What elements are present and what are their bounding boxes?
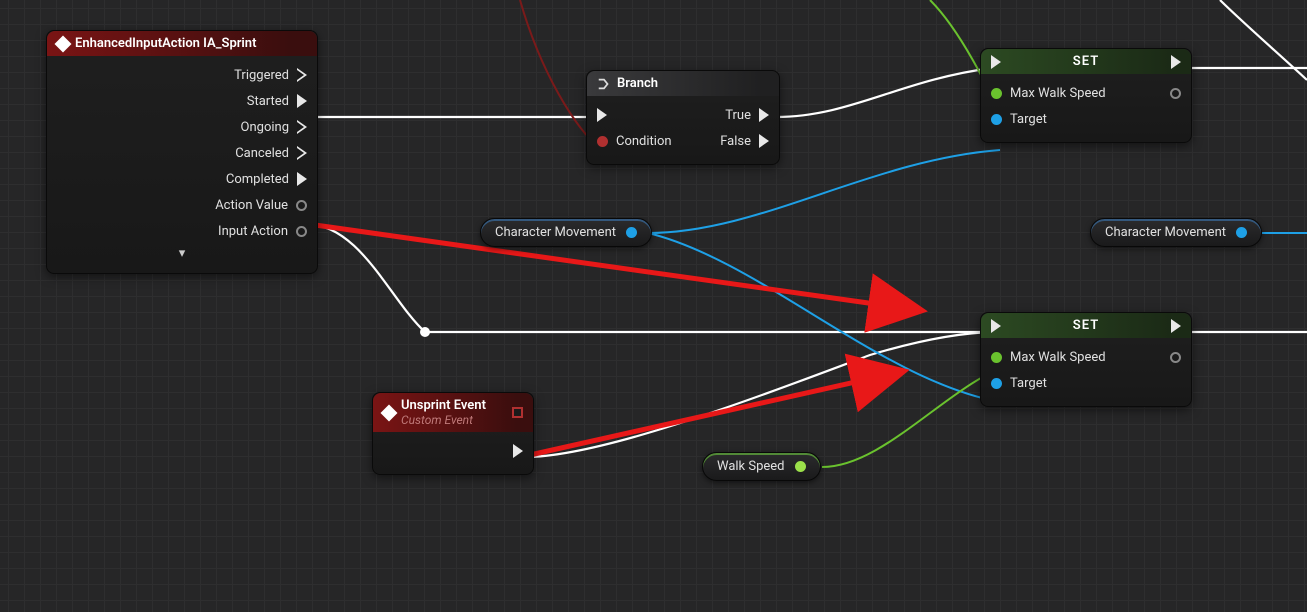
node-set-max-walk-speed[interactable]: SET Max Walk Speed Target (980, 48, 1192, 143)
exec-out-pin[interactable] (759, 108, 769, 122)
exec-out-pin[interactable] (1171, 55, 1181, 69)
node-header[interactable]: SET (981, 313, 1191, 338)
pin-label: Condition (616, 134, 672, 149)
pin-label: Action Value (215, 198, 288, 213)
node-character-movement[interactable]: Character Movement (480, 218, 652, 247)
pin-label: Input Action (218, 224, 288, 239)
data-out-pin[interactable] (1236, 227, 1247, 238)
event-icon (55, 35, 72, 52)
bool-in-pin[interactable] (597, 136, 608, 147)
node-title: SET (991, 54, 1181, 69)
float-out-pin[interactable] (1170, 88, 1181, 99)
exec-out-pin[interactable] (297, 146, 307, 160)
pin-label: Ongoing (241, 120, 289, 135)
node-title: SET (991, 318, 1181, 333)
pin-label: Max Walk Speed (1010, 86, 1106, 101)
data-out-pin[interactable] (296, 226, 307, 237)
float-in-pin[interactable] (991, 352, 1002, 363)
float-in-pin[interactable] (991, 88, 1002, 99)
node-walk-speed[interactable]: Walk Speed (702, 452, 821, 481)
exec-out-pin[interactable] (297, 94, 307, 108)
pin-label: Target (1010, 112, 1047, 127)
data-out-pin[interactable] (296, 200, 307, 211)
chevron-down-icon[interactable]: ▾ (175, 246, 189, 261)
pin-label: Target (1010, 376, 1047, 391)
exec-in-pin[interactable] (991, 55, 1001, 69)
node-title: EnhancedInputAction IA_Sprint (75, 36, 256, 51)
exec-out-pin[interactable] (297, 120, 307, 134)
data-out-pin[interactable] (626, 227, 637, 238)
var-label: Walk Speed (717, 459, 785, 474)
pin-label: Completed (226, 172, 289, 187)
pin-label: False (720, 134, 751, 149)
data-out-pin[interactable] (795, 461, 806, 472)
node-title: Branch (617, 76, 658, 91)
exec-out-pin[interactable] (513, 444, 523, 458)
node-header[interactable]: SET (981, 49, 1191, 74)
exec-out-pin[interactable] (759, 134, 769, 148)
node-header[interactable]: EnhancedInputAction IA_Sprint (47, 31, 317, 56)
node-header[interactable]: Unsprint Event Custom Event (373, 393, 533, 432)
pin-label: Max Walk Speed (1010, 350, 1106, 365)
node-character-movement[interactable]: Character Movement (1090, 218, 1262, 247)
delegate-pin[interactable] (512, 407, 523, 418)
pin-label: Canceled (235, 146, 289, 161)
pin-label: True (725, 108, 751, 123)
pin-label: Triggered (234, 68, 289, 83)
branch-icon (597, 77, 611, 91)
exec-in-pin[interactable] (991, 319, 1001, 333)
var-label: Character Movement (495, 225, 616, 240)
node-set-max-walk-speed[interactable]: SET Max Walk Speed Target (980, 312, 1192, 407)
exec-out-pin[interactable] (297, 172, 307, 186)
exec-in-pin[interactable] (597, 108, 607, 122)
node-unsprint-event[interactable]: Unsprint Event Custom Event (372, 392, 534, 475)
object-in-pin[interactable] (991, 114, 1002, 125)
float-out-pin[interactable] (1170, 352, 1181, 363)
node-subtitle: Custom Event (401, 413, 486, 427)
object-in-pin[interactable] (991, 378, 1002, 389)
node-branch[interactable]: Branch True Condition False (586, 70, 780, 165)
exec-out-pin[interactable] (1171, 319, 1181, 333)
event-icon (381, 404, 398, 421)
node-title: Unsprint Event (401, 398, 486, 413)
pin-label: Started (247, 94, 289, 109)
var-label: Character Movement (1105, 225, 1226, 240)
node-enhanced-input-sprint[interactable]: EnhancedInputAction IA_Sprint Triggered … (46, 30, 318, 274)
exec-out-pin[interactable] (297, 68, 307, 82)
node-header[interactable]: Branch (587, 71, 779, 96)
